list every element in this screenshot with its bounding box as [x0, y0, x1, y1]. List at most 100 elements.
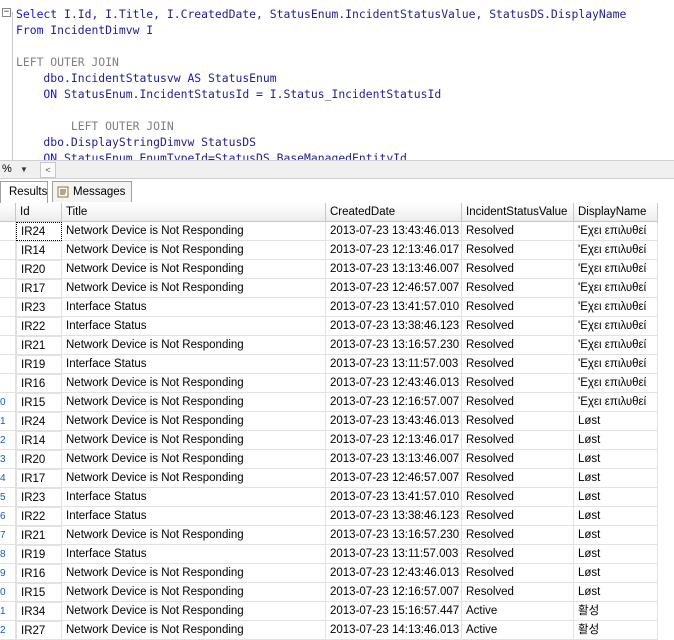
cell-status[interactable]: Resolved — [462, 526, 574, 545]
row-number[interactable]: 1 — [0, 602, 16, 621]
cell-id[interactable]: IR22 — [16, 507, 62, 526]
cell-id[interactable]: IR27 — [16, 621, 62, 640]
cell-title[interactable]: Network Device is Not Responding — [62, 336, 326, 355]
cell-title[interactable]: Network Device is Not Responding — [62, 602, 326, 621]
cell-status[interactable]: Resolved — [462, 507, 574, 526]
cell-createddate[interactable]: 2013-07-23 12:16:57.007 — [326, 393, 462, 412]
cell-displayname[interactable]: Løst — [574, 431, 658, 450]
cell-status[interactable]: Resolved — [462, 279, 574, 298]
cell-status[interactable]: Resolved — [462, 374, 574, 393]
row-number[interactable]: 0 — [0, 393, 16, 412]
table-row[interactable]: IR17 Network Device is Not Responding 2013… — [0, 279, 674, 298]
row-number[interactable] — [0, 336, 16, 355]
row-number[interactable] — [0, 222, 16, 241]
cell-createddate[interactable]: 2013-07-23 12:46:57.007 — [326, 469, 462, 488]
cell-createddate[interactable]: 2013-07-23 13:13:46.007 — [326, 450, 462, 469]
cell-createddate[interactable]: 2013-07-23 12:16:57.007 — [326, 583, 462, 602]
cell-displayname[interactable]: Løst — [574, 469, 658, 488]
table-row[interactable]: IR20 Network Device is Not Responding 2013… — [0, 260, 674, 279]
table-row[interactable]: 5 IR23 Interface Status 2013-07-23 13:41:57… — [0, 488, 674, 507]
table-row[interactable]: 0 IR15 Network Device is Not Responding 201… — [0, 393, 674, 412]
cell-id[interactable]: IR21 — [16, 336, 62, 355]
cell-status[interactable]: Resolved — [462, 298, 574, 317]
column-header-displayname[interactable]: DisplayName — [574, 203, 658, 222]
cell-title[interactable]: Network Device is Not Responding — [62, 621, 326, 640]
cell-status[interactable]: Resolved — [462, 564, 574, 583]
cell-id[interactable]: IR17 — [16, 469, 62, 488]
cell-id[interactable]: IR20 — [16, 450, 62, 469]
cell-title[interactable]: Interface Status — [62, 317, 326, 336]
row-number[interactable]: 0 — [0, 583, 16, 602]
table-row[interactable]: 0 IR15 Network Device is Not Responding 201… — [0, 583, 674, 602]
row-number[interactable]: 3 — [0, 450, 16, 469]
cell-createddate[interactable]: 2013-07-23 12:13:46.017 — [326, 241, 462, 260]
code-line[interactable]: LEFT OUTER JOIN — [16, 54, 119, 70]
row-number[interactable] — [0, 279, 16, 298]
scroll-left-button[interactable]: < — [40, 162, 56, 178]
cell-status[interactable]: Active — [462, 602, 574, 621]
table-row[interactable]: 1 IR24 Network Device is Not Responding 201… — [0, 412, 674, 431]
cell-status[interactable]: Resolved — [462, 545, 574, 564]
row-number[interactable]: 9 — [0, 564, 16, 583]
code-line[interactable]: dbo.DisplayStringDimvw StatusDS — [16, 134, 256, 150]
cell-id[interactable]: IR22 — [16, 317, 62, 336]
code-line[interactable]: dbo.IncidentStatusvw AS StatusEnum — [16, 70, 276, 86]
row-number[interactable]: 1 — [0, 412, 16, 431]
cell-title[interactable]: Interface Status — [62, 355, 326, 374]
table-row[interactable]: IR19 Interface Status 2013-07-23 13:11:57.… — [0, 355, 674, 374]
table-row[interactable]: IR24 Network Device is Not Responding 2013… — [0, 222, 674, 241]
cell-id[interactable]: IR19 — [16, 355, 62, 374]
cell-displayname[interactable]: Løst — [574, 564, 658, 583]
table-row[interactable]: 6 IR22 Interface Status 2013-07-23 13:38:46… — [0, 507, 674, 526]
cell-status[interactable]: Resolved — [462, 317, 574, 336]
cell-status[interactable]: Active — [462, 621, 574, 640]
row-number[interactable]: 2 — [0, 621, 16, 640]
cell-id[interactable]: IR21 — [16, 526, 62, 545]
cell-displayname[interactable]: 'Εχει επιλυθεί — [574, 336, 658, 355]
row-number[interactable]: 2 — [0, 431, 16, 450]
tab-messages[interactable]: Messages — [52, 181, 132, 202]
cell-id[interactable]: IR15 — [16, 393, 62, 412]
cell-title[interactable]: Interface Status — [62, 298, 326, 317]
cell-displayname[interactable]: 'Εχει επιλυθεί — [574, 241, 658, 260]
cell-id[interactable]: IR34 — [16, 602, 62, 621]
row-number[interactable]: 8 — [0, 545, 16, 564]
cell-id[interactable]: IR14 — [16, 431, 62, 450]
query-editor[interactable]: − Select I.Id, I.Title, I.CreatedDate, S… — [0, 0, 674, 160]
row-number-header[interactable] — [0, 203, 16, 222]
cell-displayname[interactable]: 'Εχει επιλυθεί — [574, 279, 658, 298]
cell-createddate[interactable]: 2013-07-23 13:16:57.230 — [326, 336, 462, 355]
tab-results[interactable]: Results — [0, 181, 48, 203]
cell-createddate[interactable]: 2013-07-23 12:43:46.013 — [326, 374, 462, 393]
column-header-id[interactable]: Id — [16, 203, 62, 222]
cell-title[interactable]: Interface Status — [62, 545, 326, 564]
cell-createddate[interactable]: 2013-07-23 14:13:46.013 — [326, 621, 462, 640]
table-row[interactable]: 2 IR27 Network Device is Not Responding 201… — [0, 621, 674, 640]
table-row[interactable]: 7 IR21 Network Device is Not Responding 201… — [0, 526, 674, 545]
table-row[interactable]: 4 IR17 Network Device is Not Responding 201… — [0, 469, 674, 488]
cell-displayname[interactable]: 활성 — [574, 621, 658, 640]
cell-status[interactable]: Resolved — [462, 241, 574, 260]
code-line[interactable]: ON StatusEnum.EnumTypeId=StatusDS.BaseMa… — [16, 150, 406, 160]
cell-title[interactable]: Network Device is Not Responding — [62, 412, 326, 431]
cell-status[interactable]: Resolved — [462, 583, 574, 602]
cell-displayname[interactable]: 'Εχει επιλυθεί — [574, 298, 658, 317]
cell-createddate[interactable]: 2013-07-23 15:16:57.447 — [326, 602, 462, 621]
row-number[interactable] — [0, 298, 16, 317]
cell-displayname[interactable]: 'Εχει επιλυθεί — [574, 222, 658, 241]
cell-createddate[interactable]: 2013-07-23 13:11:57.003 — [326, 545, 462, 564]
cell-createddate[interactable]: 2013-07-23 13:41:57.010 — [326, 298, 462, 317]
cell-createddate[interactable]: 2013-07-23 13:43:46.013 — [326, 222, 462, 241]
cell-title[interactable]: Network Device is Not Responding — [62, 469, 326, 488]
table-row[interactable]: 3 IR20 Network Device is Not Responding 201… — [0, 450, 674, 469]
cell-id[interactable]: IR15 — [16, 583, 62, 602]
cell-displayname[interactable]: Løst — [574, 488, 658, 507]
code-line[interactable]: LEFT OUTER JOIN — [16, 118, 174, 134]
cell-status[interactable]: Resolved — [462, 336, 574, 355]
cell-id[interactable]: IR24 — [16, 222, 62, 241]
cell-createddate[interactable]: 2013-07-23 13:16:57.230 — [326, 526, 462, 545]
cell-title[interactable]: Network Device is Not Responding — [62, 564, 326, 583]
cell-createddate[interactable]: 2013-07-23 13:11:57.003 — [326, 355, 462, 374]
cell-status[interactable]: Resolved — [462, 222, 574, 241]
row-number[interactable] — [0, 374, 16, 393]
